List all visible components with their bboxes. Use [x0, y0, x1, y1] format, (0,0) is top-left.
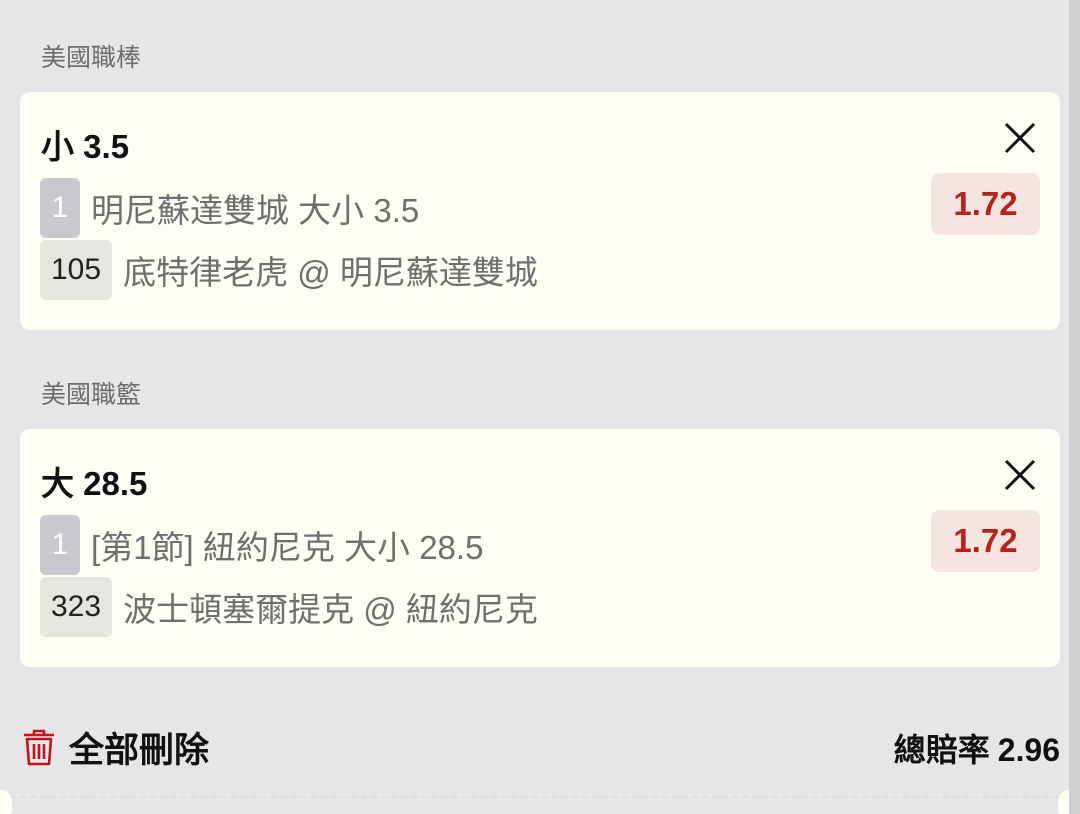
market-text: 明尼蘇達雙城 大小 3.5	[91, 192, 420, 229]
remove-bet-button[interactable]	[1002, 120, 1038, 156]
selection-title: 大 28.5	[41, 465, 148, 502]
match-id-badge: 105	[40, 240, 113, 300]
match-id-badge: 323	[40, 577, 113, 637]
league-label: 美國職棒	[41, 44, 142, 72]
selection-title: 小 3.5	[41, 128, 130, 165]
bet-slip: 美國職棒 小 3.5 1 明尼蘇達雙城 大小 3.5 105 底特律老虎 @ 明…	[0, 0, 1080, 814]
matchup-text: 波士頓塞爾提克 @ 紐約尼克	[123, 591, 538, 628]
market-text: [第1節] 紐約尼克 大小 28.5	[91, 529, 484, 566]
total-odds-label: 總賠率	[893, 732, 990, 768]
sequence-badge: 1	[40, 178, 80, 238]
total-odds-value: 2.96	[997, 732, 1060, 768]
matchup-text: 底特律老虎 @ 明尼蘇達雙城	[123, 254, 538, 291]
trash-icon	[24, 729, 54, 765]
slip-edge-notch	[0, 790, 12, 814]
close-icon	[1004, 122, 1036, 154]
matchup-row: 105 底特律老虎 @ 明尼蘇達雙城	[40, 240, 538, 300]
delete-all-button[interactable]: 全部刪除	[22, 722, 209, 773]
market-row: 1 明尼蘇達雙城 大小 3.5	[40, 178, 419, 238]
bet-card: 小 3.5 1 明尼蘇達雙城 大小 3.5 105 底特律老虎 @ 明尼蘇達雙城…	[20, 92, 1060, 330]
scrollbar[interactable]	[1069, 0, 1080, 814]
odds-badge: 1.72	[931, 510, 1040, 572]
bet-card: 大 28.5 1 [第1節] 紐約尼克 大小 28.5 323 波士頓塞爾提克 …	[20, 429, 1060, 667]
odds-badge: 1.72	[931, 173, 1040, 235]
close-icon	[1004, 459, 1036, 491]
matchup-row: 323 波士頓塞爾提克 @ 紐約尼克	[40, 577, 538, 637]
market-row: 1 [第1節] 紐約尼克 大小 28.5	[40, 515, 483, 575]
total-odds: 總賠率 2.96	[894, 725, 1060, 771]
sequence-badge: 1	[40, 515, 80, 575]
slip-bottom-edge	[0, 796, 1069, 814]
delete-all-label: 全部刪除	[69, 731, 210, 770]
league-label: 美國職籃	[41, 381, 142, 409]
remove-bet-button[interactable]	[1002, 457, 1038, 493]
